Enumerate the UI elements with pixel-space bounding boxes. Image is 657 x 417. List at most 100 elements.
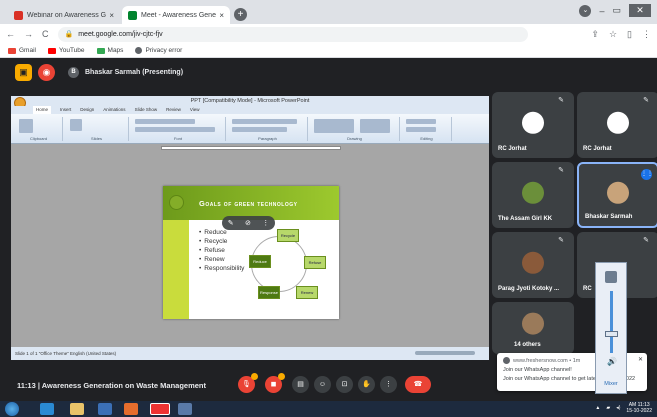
ppt-tab-home[interactable]: Home xyxy=(33,106,52,114)
participant-tile-active[interactable]: ⋮⋮ Bhaskar Sarmah xyxy=(577,162,657,228)
more-options-icon[interactable]: ⋮ xyxy=(262,219,269,227)
new-slide-icon[interactable] xyxy=(70,119,82,131)
tab-title: Meet - Awareness Generatio xyxy=(141,11,216,19)
participant-tile[interactable]: ✎ The Assam Girl KK xyxy=(492,162,574,228)
ribbon-group-paragraph: Paragraph xyxy=(228,117,308,141)
meet-top-bar: ▣ ◉ B Bhaskar Sarmah (Presenting) xyxy=(0,58,657,88)
zoom-slider[interactable] xyxy=(415,351,475,355)
explorer-icon[interactable] xyxy=(70,403,84,415)
pin-icon[interactable]: ✎ xyxy=(558,236,564,244)
chrome-icon[interactable] xyxy=(150,403,170,415)
system-tray: ▲ ▰ ◂) AM 11:13 15-10-2022 xyxy=(595,402,652,414)
forward-icon[interactable]: → xyxy=(24,29,33,39)
close-tab-icon[interactable]: × xyxy=(219,11,224,20)
present-screen-button[interactable]: ⊡ xyxy=(336,376,353,393)
presenter-indicator: B Bhaskar Sarmah (Presenting) xyxy=(68,67,183,78)
captions-button[interactable]: ▤ xyxy=(292,376,309,393)
participant-tile[interactable]: ✎ Parag Jyoti Kotoky ... xyxy=(492,232,574,298)
alignment-buttons[interactable] xyxy=(232,127,287,132)
maximize-button[interactable]: ▭ xyxy=(612,5,621,16)
participant-name: Parag Jyoti Kotoky ... xyxy=(498,286,560,292)
firefox-icon[interactable] xyxy=(124,403,138,415)
find-button[interactable] xyxy=(406,119,436,124)
camera-button[interactable]: ◼ xyxy=(265,373,285,393)
clock[interactable]: AM 11:13 15-10-2022 xyxy=(626,402,652,414)
back-icon[interactable]: ← xyxy=(6,29,15,39)
ppt-tab-insert[interactable]: Insert xyxy=(60,106,71,114)
tab-meet[interactable]: Meet - Awareness Generatio × xyxy=(122,6,230,24)
address-bar[interactable]: 🔒 meet.google.com/jiv-cjtc-fjv xyxy=(57,26,528,42)
share-icon[interactable]: ⇪ xyxy=(591,29,599,40)
app-icon[interactable] xyxy=(178,403,192,415)
toolbar-actions: ⇪ ☆ ▯ ⋮ xyxy=(591,29,651,40)
speaker-icon[interactable]: 🔊 xyxy=(607,357,617,366)
pin-icon[interactable]: ✎ xyxy=(228,219,234,227)
shapes-gallery[interactable] xyxy=(314,119,354,133)
ppt-tab-review[interactable]: Review xyxy=(166,106,181,114)
quick-styles[interactable] xyxy=(360,119,390,133)
ppt-tab-design[interactable]: Design xyxy=(80,106,94,114)
microphone-button[interactable]: 🎙 xyxy=(238,373,258,393)
ppt-tab-animations[interactable]: Animations xyxy=(103,106,125,114)
cycle-node-reduce: Reduce xyxy=(249,255,271,268)
pin-icon[interactable]: ✎ xyxy=(643,236,649,244)
ppt-ruler xyxy=(161,146,341,150)
ppt-tab-view[interactable]: View xyxy=(190,106,200,114)
pin-icon[interactable]: ✎ xyxy=(643,96,649,104)
bookmark-youtube[interactable]: YouTube xyxy=(47,47,85,54)
avatar xyxy=(607,181,629,204)
menu-icon[interactable]: ⋮ xyxy=(642,29,651,40)
close-icon[interactable]: ✕ xyxy=(638,356,643,363)
emoji-reaction-button[interactable]: ☺ xyxy=(314,376,331,393)
pin-icon[interactable]: ✎ xyxy=(558,166,564,174)
close-tab-icon[interactable]: × xyxy=(109,11,114,20)
volume-slider-thumb[interactable] xyxy=(605,331,618,337)
activity-icon[interactable]: ▣ xyxy=(15,64,32,81)
bookmark-maps[interactable]: Maps xyxy=(96,47,123,54)
sidepanel-icon[interactable]: ▯ xyxy=(627,29,632,40)
group-label: Font xyxy=(173,136,182,141)
pin-icon[interactable]: ✎ xyxy=(558,96,564,104)
reload-icon[interactable]: C xyxy=(42,29,49,39)
bookmark-gmail[interactable]: Gmail xyxy=(8,47,36,54)
font-format-buttons[interactable] xyxy=(135,127,215,132)
bookmark-star-icon[interactable]: ☆ xyxy=(609,29,617,40)
slide-title: Goals of green technology xyxy=(199,199,298,208)
ppt-tab-slideshow[interactable]: Slide Show xyxy=(135,106,158,114)
volume-track[interactable] xyxy=(610,291,613,353)
more-options-button[interactable]: ⋮ xyxy=(380,376,397,393)
replace-button[interactable] xyxy=(406,127,436,132)
tab-webinar[interactable]: Webinar on Awareness Generati × xyxy=(8,6,120,24)
network-icon[interactable]: ▰ xyxy=(606,405,610,411)
cycle-node-refuse: Refuse xyxy=(304,256,326,269)
tray-up-icon[interactable]: ▲ xyxy=(595,405,600,411)
participant-tile[interactable]: ✎ RC Jorhat xyxy=(492,92,574,158)
minimize-button[interactable]: ‒ xyxy=(599,6,604,16)
bookmark-privacy-error[interactable]: Privacy error xyxy=(135,47,182,54)
ie-icon[interactable] xyxy=(40,403,54,415)
volume-icon[interactable]: ◂) xyxy=(616,405,620,411)
ribbon-group-editing: Editing xyxy=(402,117,452,141)
font-box[interactable] xyxy=(135,119,195,124)
others-tile[interactable]: 14 others xyxy=(492,302,574,354)
cycle-node-renew: Renew xyxy=(296,286,318,299)
start-button[interactable] xyxy=(5,402,19,416)
new-tab-button[interactable]: + xyxy=(234,8,247,21)
cycle-node-response: Response xyxy=(258,286,280,299)
recording-icon[interactable]: ◉ xyxy=(38,64,55,81)
mute-mic-icon[interactable]: ⊘ xyxy=(245,219,251,227)
paste-icon[interactable] xyxy=(19,119,33,133)
meet-favicon-icon xyxy=(128,10,137,20)
tab-search-icon[interactable]: ⌄ xyxy=(579,4,592,17)
raise-hand-button[interactable]: ✋ xyxy=(358,376,375,393)
meeting-time: 11:13 xyxy=(17,381,36,390)
leave-call-button[interactable]: ☎ xyxy=(405,376,431,393)
media-player-icon[interactable] xyxy=(98,403,112,415)
avatar xyxy=(522,251,544,274)
paragraph-buttons[interactable] xyxy=(232,119,297,124)
group-label: Slides xyxy=(91,136,102,141)
participant-tile[interactable]: ✎ RC Jorhat xyxy=(577,92,657,158)
bullet-item: Renew xyxy=(199,255,244,264)
mixer-link[interactable]: Mixer xyxy=(596,381,626,387)
close-window-button[interactable]: ✕ xyxy=(629,4,651,17)
